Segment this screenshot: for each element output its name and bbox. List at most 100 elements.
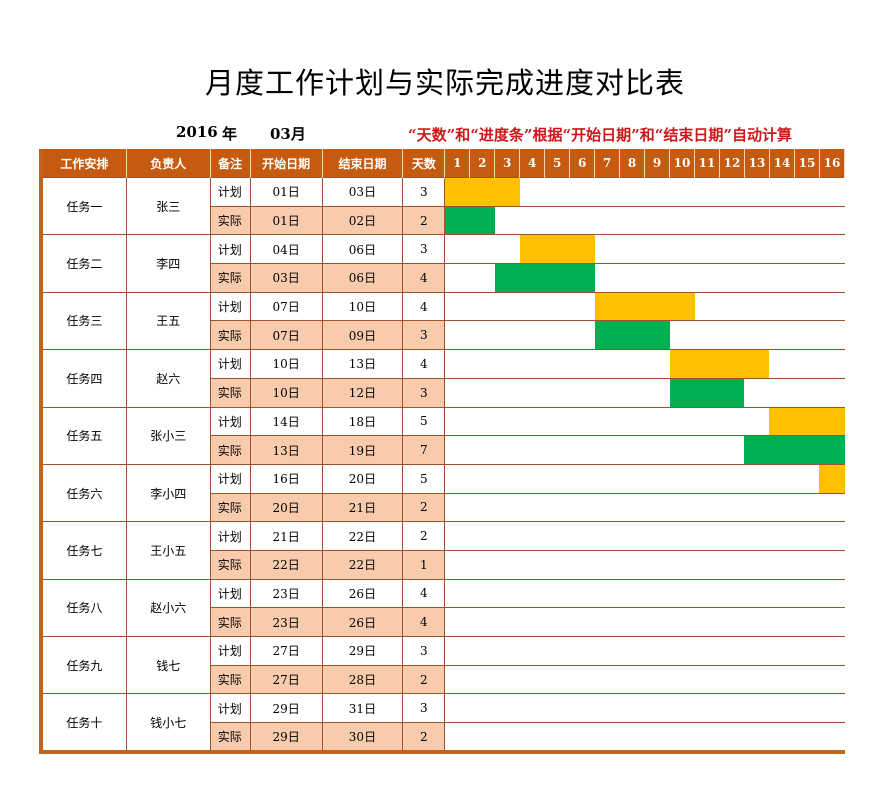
start-date[interactable]: 10日 [249, 349, 323, 379]
day-cell [644, 205, 670, 236]
end-date[interactable]: 19日 [321, 435, 404, 465]
start-date[interactable]: 16日 [249, 463, 323, 494]
plan-row: 任务四 赵六 计划 10日 13日 4 [42, 349, 845, 408]
days-count: 4 [402, 291, 446, 322]
task-owner[interactable]: 钱七 [125, 635, 211, 695]
task-owner[interactable]: 李小四 [125, 463, 211, 523]
start-date[interactable]: 01日 [249, 177, 323, 207]
start-date[interactable]: 20日 [249, 492, 323, 523]
end-date[interactable]: 06日 [321, 234, 404, 265]
header-day: 9 [644, 149, 671, 178]
header-end: 结束日期 [321, 149, 404, 178]
end-date[interactable]: 13日 [321, 349, 404, 379]
day-cell [669, 406, 695, 437]
task-name[interactable]: 任务七 [42, 521, 127, 580]
start-date[interactable]: 07日 [249, 320, 323, 351]
day-cell [694, 463, 720, 494]
day-cell [444, 578, 470, 609]
day-cell [544, 607, 570, 637]
day-cell [694, 664, 720, 695]
task-owner[interactable]: 王五 [125, 291, 211, 351]
day-cell [794, 521, 820, 551]
day-cell [794, 263, 820, 293]
start-date[interactable]: 01日 [249, 205, 323, 236]
end-date[interactable]: 21日 [321, 492, 404, 523]
end-date[interactable]: 02日 [321, 205, 404, 236]
end-date[interactable]: 31日 [321, 693, 404, 724]
day-cell [669, 521, 695, 551]
task-name[interactable]: 任务九 [42, 635, 127, 695]
day-cell [794, 578, 820, 609]
day-cell [794, 549, 820, 580]
task-name[interactable]: 任务一 [42, 176, 127, 236]
end-date[interactable]: 18日 [321, 406, 404, 437]
task-name[interactable]: 任务六 [42, 463, 127, 523]
start-date[interactable]: 07日 [249, 291, 323, 322]
plan-progress-bar [719, 349, 745, 379]
task-name[interactable]: 任务八 [42, 578, 127, 638]
day-cell [694, 521, 720, 551]
task-name[interactable]: 任务二 [42, 234, 127, 293]
day-cell [644, 377, 670, 408]
year-value[interactable]: 2016 [176, 123, 218, 141]
task-owner[interactable]: 赵小六 [125, 578, 211, 638]
day-cell [494, 693, 520, 724]
day-cell [519, 291, 545, 322]
end-date[interactable]: 03日 [321, 177, 404, 207]
day-cell [719, 291, 745, 322]
task-owner[interactable]: 王小五 [125, 521, 211, 580]
task-name[interactable]: 任务五 [42, 406, 127, 465]
task-owner[interactable]: 赵六 [125, 349, 211, 408]
day-cell [619, 722, 645, 752]
start-date[interactable]: 23日 [249, 578, 323, 609]
day-cell [644, 693, 670, 724]
start-date[interactable]: 27日 [249, 636, 323, 666]
task-owner[interactable]: 张三 [125, 176, 211, 236]
task-owner[interactable]: 李四 [125, 234, 211, 293]
start-date[interactable]: 10日 [249, 377, 323, 408]
task-name[interactable]: 任务四 [42, 349, 127, 408]
day-cell [819, 492, 845, 523]
day-cell [469, 463, 495, 494]
start-date[interactable]: 13日 [249, 435, 323, 465]
end-date[interactable]: 12日 [321, 377, 404, 408]
start-date[interactable]: 29日 [249, 693, 323, 724]
end-date[interactable]: 29日 [321, 636, 404, 666]
day-cell [744, 693, 770, 724]
plan-progress-bar [594, 291, 620, 322]
task-name[interactable]: 任务十 [42, 693, 127, 752]
day-cell [594, 377, 620, 408]
end-date[interactable]: 22日 [321, 549, 404, 580]
day-cell [569, 177, 595, 207]
end-date[interactable]: 28日 [321, 664, 404, 695]
start-date[interactable]: 04日 [249, 234, 323, 265]
start-date[interactable]: 27日 [249, 664, 323, 695]
end-date[interactable]: 06日 [321, 263, 404, 293]
task-name[interactable]: 任务三 [42, 291, 127, 351]
days-count: 4 [402, 607, 446, 637]
month-value[interactable]: 03月 [270, 123, 306, 144]
start-date[interactable]: 21日 [249, 521, 323, 551]
day-cell [494, 406, 520, 437]
day-cell [719, 205, 745, 236]
task-owner[interactable]: 钱小七 [125, 693, 211, 752]
start-date[interactable]: 22日 [249, 549, 323, 580]
plan-row: 任务七 王小五 计划 21日 22日 2 [42, 521, 845, 580]
end-date[interactable]: 30日 [321, 722, 404, 752]
start-date[interactable]: 29日 [249, 722, 323, 752]
start-date[interactable]: 23日 [249, 607, 323, 637]
end-date[interactable]: 26日 [321, 578, 404, 609]
end-date[interactable]: 26日 [321, 607, 404, 637]
day-cell [594, 263, 620, 293]
task-owner[interactable]: 张小三 [125, 406, 211, 465]
end-date[interactable]: 09日 [321, 320, 404, 351]
end-date[interactable]: 22日 [321, 521, 404, 551]
start-date[interactable]: 14日 [249, 406, 323, 437]
day-cell [769, 177, 795, 207]
end-date[interactable]: 10日 [321, 291, 404, 322]
end-date[interactable]: 20日 [321, 463, 404, 494]
day-cell [444, 263, 470, 293]
day-cell [594, 177, 620, 207]
day-cell [469, 291, 495, 322]
start-date[interactable]: 03日 [249, 263, 323, 293]
